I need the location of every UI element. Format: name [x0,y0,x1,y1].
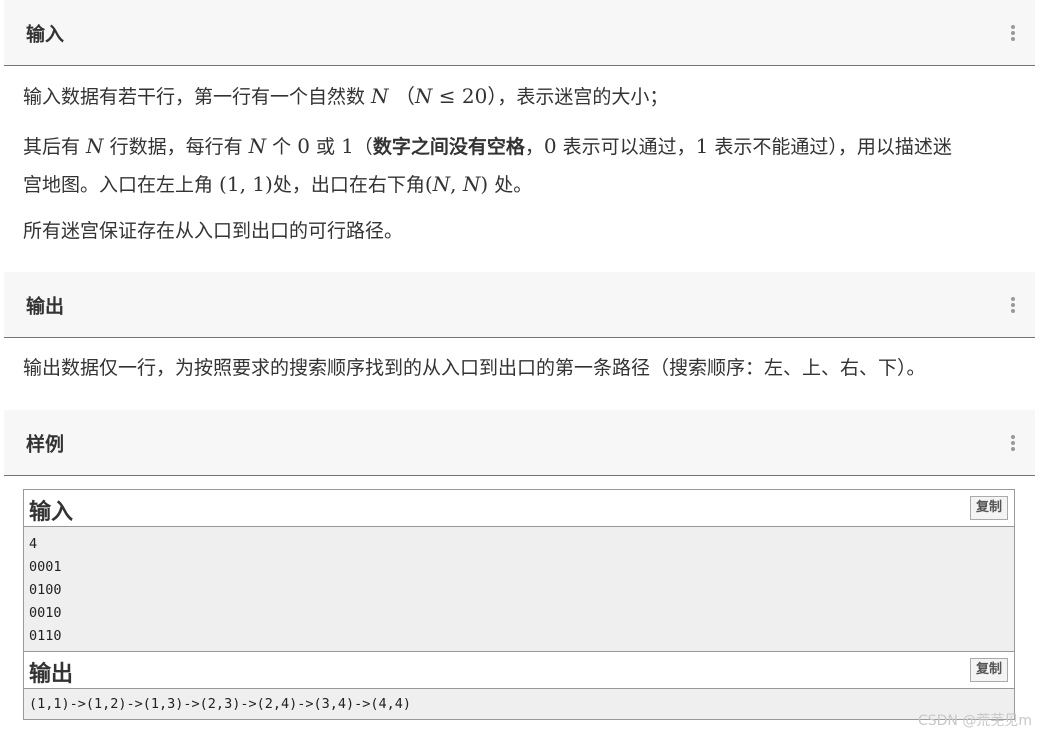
input-desc-line1: 输入数据有若干行，第一行有一个自然数 N （N ≤ 20），表示迷宫的大小； [23,78,1018,116]
sample-input-box: 输入 复制 4 0001 0100 0010 0110 [23,489,1015,655]
text-span: 行数据，每行有 [103,136,249,158]
input-section-title: 输入 [26,23,65,45]
sample-section-title: 样例 [26,433,65,455]
math-exit: (N, N) [424,172,489,196]
code-line: 0110 [29,628,62,644]
sample-output-box: 输出 复制 (1,1)->(1,2)->(1,3)->(2,3)->(2,4)-… [23,651,1015,720]
code-line: 0001 [29,559,62,575]
text-span: ， [524,136,544,158]
sample-section-header: 样例 [4,410,1035,476]
input-section-header: 输入 [4,0,1035,66]
code-line: (1,1)->(1,2)->(1,3)->(2,3)->(2,4)->(3,4)… [29,696,412,712]
text-span: 其后有 [23,136,87,158]
math-n: N [248,134,267,158]
math-zero: 0 [543,134,557,158]
watermark: CSDN @荒芜见m [917,713,1032,729]
text-span: 处。 [488,174,533,196]
math-one: 1 [695,134,709,158]
sample-output-title: 输出 [29,662,74,687]
math-entry: (1, 1) [219,172,273,196]
math-n-constraint: N （N ≤ 20） [371,84,498,108]
math-n: N [86,134,104,158]
output-desc: 输出数据仅一行，为按照要求的搜索顺序找到的从入口到出口的第一条路径（搜索顺序：左… [23,357,926,379]
code-line: 0100 [29,582,62,598]
input-desc-line3: 所有迷宫保证存在从入口到出口的可行路径。 [23,220,404,242]
sample-output-header: 输出 复制 [24,652,1014,689]
more-options-icon[interactable] [1011,24,1015,41]
code-line: 4 [29,536,38,552]
sample-input-header: 输入 复制 [24,490,1014,527]
output-section-title: 输出 [26,295,65,317]
math-zero: 0 [297,134,310,158]
text-span: 宫地图。入口在左上角 [23,174,220,196]
text-span: 或 [309,136,342,158]
input-desc-line2: 其后有 N 行数据，每行有 N 个 0 或 1（数字之间没有空格，0 表示可以通… [23,128,1018,204]
text-span: 表示可以通过， [556,136,696,158]
more-options-icon[interactable] [1011,296,1015,313]
sample-output-code: (1,1)->(1,2)->(1,3)->(2,3)->(2,4)->(3,4)… [24,689,1014,719]
code-line: 0010 [29,605,62,621]
text-span: 表示不能通过），用以描述迷 [708,136,952,158]
text-span: （ [353,136,373,158]
math-one: 1 [341,134,354,158]
copy-output-button[interactable]: 复制 [969,658,1008,682]
output-section-header: 输出 [4,272,1035,338]
text-span: 个 [266,136,298,158]
sample-input-title: 输入 [29,500,74,525]
text-span: 处，出口在右下角 [272,174,425,196]
bold-note: 数字之间没有空格 [372,136,525,158]
sample-input-code: 4 0001 0100 0010 0110 [24,527,1014,654]
copy-input-button[interactable]: 复制 [969,496,1008,520]
more-options-icon[interactable] [1011,434,1015,451]
text-span: 输入数据有若干行，第一行有一个自然数 [23,86,372,108]
text-span: ，表示迷宫的大小； [497,86,669,108]
